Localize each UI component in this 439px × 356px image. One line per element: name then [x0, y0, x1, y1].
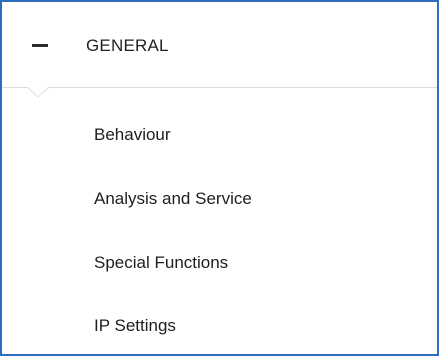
expanded-caret-icon	[27, 87, 49, 99]
menu-item-special-functions[interactable]: Special Functions	[94, 253, 228, 273]
section-header-general[interactable]: GENERAL	[2, 2, 437, 88]
menu-item-analysis-and-service[interactable]: Analysis and Service	[94, 189, 252, 209]
menu-item-behaviour[interactable]: Behaviour	[94, 125, 171, 145]
collapse-minus-icon[interactable]	[32, 44, 48, 47]
section-title: GENERAL	[86, 36, 169, 55]
settings-panel: GENERAL Behaviour Analysis and Service S…	[0, 0, 439, 356]
menu-item-ip-settings[interactable]: IP Settings	[94, 316, 176, 336]
